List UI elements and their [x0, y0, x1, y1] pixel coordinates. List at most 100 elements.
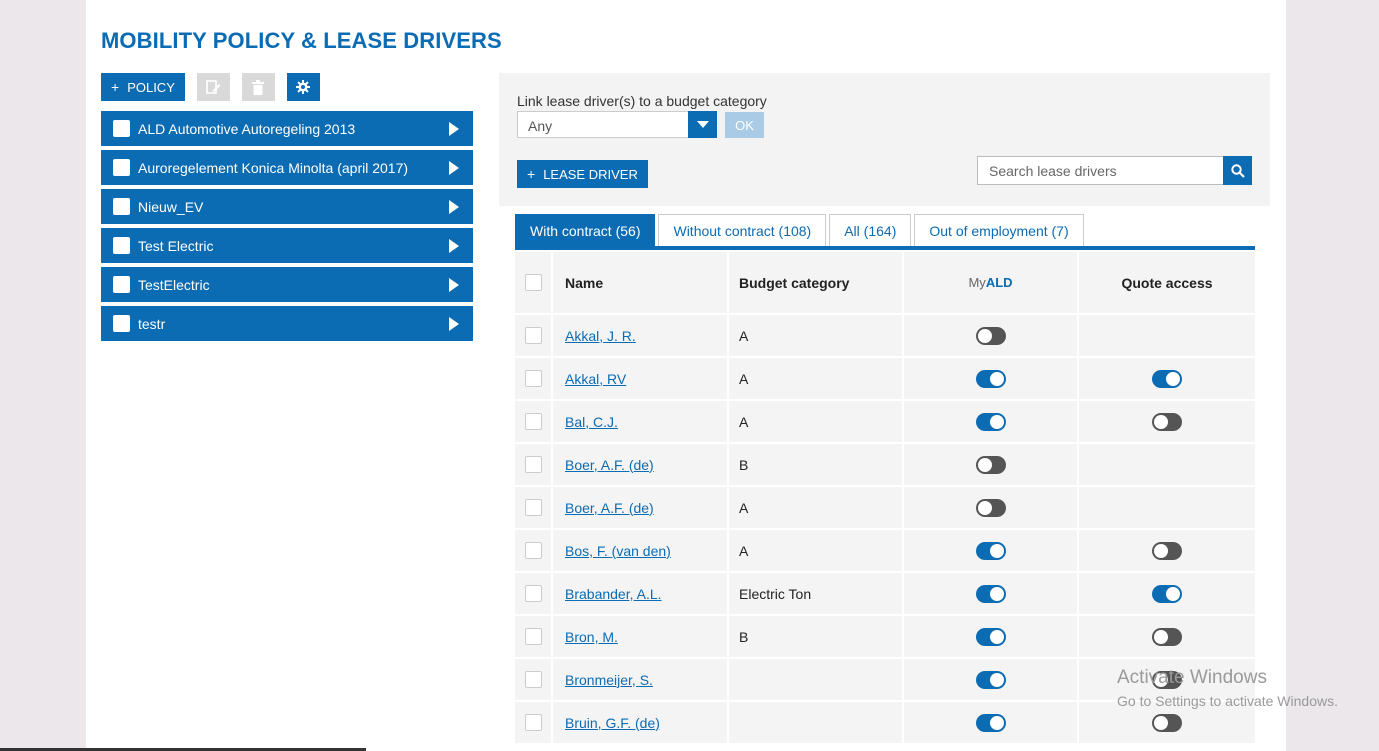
- table-row: Bronmeijer, S.: [515, 659, 1255, 702]
- myald-toggle[interactable]: [975, 455, 1006, 474]
- name-cell: Bruin, G.F. (de): [553, 702, 729, 743]
- budget-cell: Electric Ton: [729, 573, 904, 614]
- driver-tabs: With contract (56) Without contract (108…: [515, 214, 1084, 246]
- header-checkbox-cell: [515, 252, 553, 313]
- toggle-knob: [989, 629, 1004, 644]
- driver-name-link[interactable]: Bal, C.J.: [565, 414, 618, 430]
- driver-name-link[interactable]: Bos, F. (van den): [565, 543, 671, 559]
- driver-name-link[interactable]: Bruin, G.F. (de): [565, 715, 660, 731]
- policy-item[interactable]: testr: [101, 306, 473, 341]
- toggle-knob: [1154, 629, 1168, 644]
- settings-button[interactable]: [286, 73, 320, 101]
- row-checkbox[interactable]: [524, 671, 542, 688]
- tab-with-contract[interactable]: With contract (56): [515, 214, 656, 246]
- name-cell: Akkal, RV: [553, 358, 729, 399]
- driver-name-link[interactable]: Bron, M.: [565, 629, 618, 645]
- row-checkbox[interactable]: [524, 628, 542, 645]
- myald-toggle[interactable]: [975, 498, 1006, 517]
- row-checkbox[interactable]: [524, 714, 542, 731]
- myald-cell: [904, 616, 1079, 657]
- search-input[interactable]: Search lease drivers: [977, 156, 1224, 185]
- tab-without-contract[interactable]: Without contract (108): [658, 214, 827, 246]
- policy-item[interactable]: Test Electric: [101, 228, 473, 263]
- quote-access-toggle[interactable]: [1152, 584, 1182, 603]
- header-quote-access[interactable]: Quote access: [1079, 252, 1255, 313]
- budget-category-select[interactable]: Any: [517, 111, 717, 138]
- header-name[interactable]: Name: [553, 252, 729, 313]
- quote-access-toggle[interactable]: [1152, 670, 1182, 689]
- ok-button[interactable]: OK: [725, 112, 764, 138]
- row-checkbox[interactable]: [524, 370, 542, 387]
- policy-item[interactable]: Nieuw_EV: [101, 189, 473, 224]
- quote-access-toggle[interactable]: [1152, 412, 1182, 431]
- myald-cell: [904, 530, 1079, 571]
- row-checkbox[interactable]: [524, 585, 542, 602]
- name-cell: Brabander, A.L.: [553, 573, 729, 614]
- row-checkbox[interactable]: [524, 413, 542, 430]
- quote-access-toggle[interactable]: [1152, 369, 1182, 388]
- policy-label: ALD Automotive Autoregeling 2013: [138, 120, 356, 137]
- toggle-knob: [989, 715, 1004, 730]
- row-checkbox-cell: [515, 487, 553, 528]
- policy-checkbox[interactable]: [113, 315, 130, 332]
- gear-icon: [296, 80, 311, 94]
- myald-cell: [904, 358, 1079, 399]
- quote-access-toggle[interactable]: [1152, 627, 1182, 646]
- add-lease-driver-button[interactable]: + LEASE DRIVER: [517, 160, 648, 188]
- policy-item[interactable]: TestElectric: [101, 267, 473, 302]
- arrow-right-icon: [449, 200, 459, 214]
- myald-toggle[interactable]: [975, 369, 1006, 388]
- name-cell: Bal, C.J.: [553, 401, 729, 442]
- budget-category-label: Link lease driver(s) to a budget categor…: [517, 93, 767, 109]
- driver-name-link[interactable]: Brabander, A.L.: [565, 586, 662, 602]
- add-lease-driver-label: LEASE DRIVER: [543, 166, 638, 182]
- quote-access-toggle[interactable]: [1152, 713, 1182, 732]
- myald-toggle[interactable]: [975, 670, 1006, 689]
- myald-toggle[interactable]: [975, 627, 1006, 646]
- table-row: Bal, C.J. A: [515, 401, 1255, 444]
- toggle-knob: [1154, 543, 1168, 558]
- policy-item[interactable]: ALD Automotive Autoregeling 2013: [101, 111, 473, 146]
- row-checkbox-cell: [515, 315, 553, 356]
- search-button[interactable]: [1223, 156, 1252, 185]
- quote-cell: [1079, 315, 1255, 356]
- table-body: Akkal, J. R. A Akkal, RV A Bal, C.J. A Boer, A…: [515, 315, 1255, 745]
- myald-toggle[interactable]: [975, 584, 1006, 603]
- myald-toggle[interactable]: [975, 541, 1006, 560]
- driver-name-link[interactable]: Boer, A.F. (de): [565, 500, 654, 516]
- tab-all[interactable]: All (164): [829, 214, 912, 246]
- quote-access-toggle[interactable]: [1152, 541, 1182, 560]
- policy-label: testr: [138, 315, 166, 332]
- header-budget-category[interactable]: Budget category: [729, 252, 904, 313]
- tab-underline: [515, 246, 1255, 250]
- myald-toggle[interactable]: [975, 713, 1006, 732]
- policy-checkbox[interactable]: [113, 159, 130, 176]
- myald-toggle[interactable]: [975, 412, 1006, 431]
- select-all-checkbox[interactable]: [524, 274, 542, 291]
- arrow-right-icon: [449, 239, 459, 253]
- row-checkbox[interactable]: [524, 542, 542, 559]
- policy-item[interactable]: Auroregelement Konica Minolta (april 201…: [101, 150, 473, 185]
- policy-checkbox[interactable]: [113, 237, 130, 254]
- add-policy-button[interactable]: + POLICY: [101, 73, 185, 101]
- row-checkbox[interactable]: [524, 327, 542, 344]
- myald-toggle[interactable]: [975, 326, 1006, 345]
- tab-out-of-employment[interactable]: Out of employment (7): [914, 214, 1084, 246]
- budget-cell: A: [729, 315, 904, 356]
- row-checkbox-cell: [515, 659, 553, 700]
- driver-name-link[interactable]: Bronmeijer, S.: [565, 672, 653, 688]
- driver-name-link[interactable]: Akkal, RV: [565, 371, 626, 387]
- policy-checkbox[interactable]: [113, 198, 130, 215]
- arrow-right-icon: [449, 317, 459, 331]
- driver-name-link[interactable]: Boer, A.F. (de): [565, 457, 654, 473]
- policy-checkbox[interactable]: [113, 120, 130, 137]
- edit-policy-button[interactable]: [196, 73, 230, 101]
- dropdown-button[interactable]: [688, 111, 717, 138]
- driver-name-link[interactable]: Akkal, J. R.: [565, 328, 636, 344]
- table-row: Brabander, A.L. Electric Ton: [515, 573, 1255, 616]
- policy-checkbox[interactable]: [113, 276, 130, 293]
- row-checkbox[interactable]: [524, 499, 542, 516]
- delete-policy-button[interactable]: [241, 73, 275, 101]
- plus-icon: +: [111, 79, 120, 95]
- row-checkbox[interactable]: [524, 456, 542, 473]
